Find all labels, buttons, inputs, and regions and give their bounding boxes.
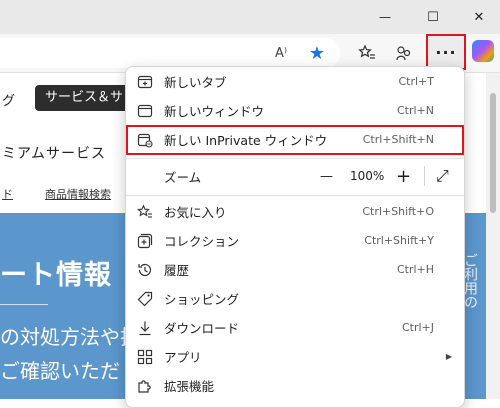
title-bar: — ☐ ✕: [0, 0, 500, 34]
copilot-icon[interactable]: [472, 40, 494, 62]
zoom-level: 100%: [350, 169, 385, 183]
download-icon: [136, 319, 154, 337]
zoom-in-button[interactable]: +: [396, 166, 411, 187]
settings-menu: 新しいタブ Ctrl+T 新しいウィンドウ Ctrl+N 新しい InPriva…: [125, 66, 465, 408]
read-aloud-icon[interactable]: A⁾: [266, 38, 296, 68]
submenu-arrow-icon: ▶: [445, 352, 452, 361]
menu-item-label: 新しいタブ: [164, 75, 227, 90]
menu-separator: [126, 158, 464, 159]
link-left[interactable]: ド: [2, 186, 13, 202]
profile-button[interactable]: [389, 38, 419, 68]
hero-text-line1: の対処方法や拉: [0, 325, 140, 349]
menu-item-new-inprivate-window[interactable]: 新しい InPrivate ウィンドウ Ctrl+Shift+N: [126, 125, 464, 154]
address-bar[interactable]: A⁾ ★: [0, 38, 340, 68]
maximize-button[interactable]: ☐: [410, 0, 456, 34]
favorite-star-icon[interactable]: ★: [302, 38, 332, 68]
profile-icon: [396, 46, 411, 61]
menu-item-apps[interactable]: アプリ ▶: [126, 342, 464, 371]
menu-item-label: ダウンロード: [164, 321, 240, 336]
menu-item-shopping[interactable]: ショッピング: [126, 284, 464, 313]
favorites-button[interactable]: [352, 38, 382, 68]
zoom-out-button[interactable]: —: [320, 169, 333, 184]
extensions-puzzle-icon: [136, 377, 154, 395]
menu-separator: [126, 195, 464, 196]
hero-title: ート情報: [0, 260, 112, 291]
minimize-button[interactable]: —: [362, 0, 408, 34]
menu-item-shortcut: Ctrl+T: [398, 75, 434, 88]
shopping-tag-icon: [136, 290, 154, 308]
scroll-thumb[interactable]: [490, 93, 496, 213]
maximize-icon: ☐: [427, 9, 439, 25]
menu-item-zoom: ズーム — 100% + ⤢: [126, 160, 464, 192]
apps-icon: [136, 348, 154, 366]
menu-item-label: 新しいウィンドウ: [164, 104, 265, 119]
menu-item-shortcut: Ctrl+N: [396, 104, 434, 117]
collections-icon: [136, 232, 154, 250]
favorites-icon: [136, 203, 154, 221]
inprivate-icon: [136, 131, 154, 149]
menu-item-downloads[interactable]: ダウンロード Ctrl+J: [126, 313, 464, 342]
favorites-list-icon: [358, 44, 375, 59]
menu-item-label: 履歴: [164, 263, 190, 278]
menu-item-shortcut: Ctrl+Shift+O: [362, 205, 434, 218]
hero-text-line2: ご確認いただ: [0, 359, 120, 383]
more-icon: ···: [435, 42, 457, 62]
close-window-button[interactable]: ✕: [456, 0, 500, 34]
zoom-label: ズーム: [164, 169, 202, 185]
menu-item-new-tab[interactable]: 新しいタブ Ctrl+T: [126, 67, 464, 96]
menu-item-favorites[interactable]: お気に入り Ctrl+Shift+O: [126, 197, 464, 226]
new-window-icon: [136, 102, 154, 120]
menu-item-label: ショッピング: [164, 292, 240, 307]
menu-item-shortcut: Ctrl+J: [401, 321, 434, 334]
menu-item-history[interactable]: 履歴 Ctrl+H: [126, 255, 464, 284]
history-icon: [136, 261, 154, 279]
menu-item-new-window[interactable]: 新しいウィンドウ Ctrl+N: [126, 96, 464, 125]
menu-item-label: 拡張機能: [164, 379, 215, 394]
menu-item-label: 新しい InPrivate ウィンドウ: [164, 133, 328, 148]
menu-item-label: コレクション: [164, 234, 240, 249]
menu-item-label: お気に入り: [164, 205, 227, 220]
minimize-icon: —: [379, 10, 391, 24]
nav-services-pill[interactable]: サービス＆サ: [35, 85, 134, 111]
new-tab-icon: [136, 73, 154, 91]
nav-text-left[interactable]: グ: [2, 90, 15, 109]
menu-item-label: アプリ: [164, 350, 202, 365]
menu-item-shortcut: Ctrl+H: [396, 263, 434, 276]
menu-item-collections[interactable]: コレクション Ctrl+Shift+Y: [126, 226, 464, 255]
menu-item-extensions[interactable]: 拡張機能: [126, 371, 464, 400]
settings-more-button[interactable]: ···: [426, 34, 466, 70]
menu-item-shortcut: Ctrl+Shift+Y: [364, 234, 434, 247]
hero-divider: [0, 304, 48, 305]
close-icon: ✕: [473, 9, 485, 25]
product-search-link[interactable]: 商品情報検索: [45, 186, 111, 202]
fullscreen-icon[interactable]: ⤢: [436, 166, 449, 186]
page-scrollbar[interactable]: [486, 73, 500, 399]
zoom-divider: [424, 166, 425, 186]
menu-item-shortcut: Ctrl+Shift+N: [362, 133, 434, 146]
premium-service-text[interactable]: ミアムサービス: [2, 143, 106, 163]
